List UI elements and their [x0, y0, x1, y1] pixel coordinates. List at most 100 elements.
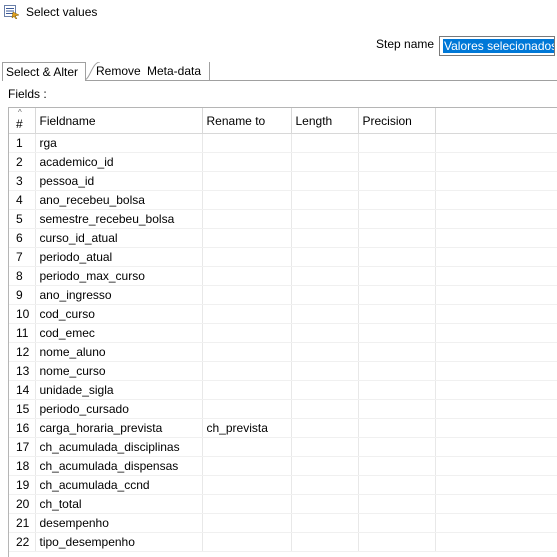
- cell-rename-to[interactable]: [202, 171, 292, 191]
- table-row[interactable]: 12 nome_aluno: [9, 342, 557, 362]
- cell-precision[interactable]: [358, 152, 436, 172]
- cell-length[interactable]: [291, 418, 359, 438]
- cell-precision[interactable]: [358, 228, 436, 248]
- cell-fieldname[interactable]: rga: [35, 133, 203, 153]
- cell-rename-to[interactable]: [202, 285, 292, 305]
- cell-rename-to[interactable]: [202, 380, 292, 400]
- cell-length[interactable]: [291, 342, 359, 362]
- cell-fieldname[interactable]: periodo_atual: [35, 247, 203, 267]
- cell-rename-to[interactable]: [202, 342, 292, 362]
- table-row[interactable]: 2 academico_id: [9, 152, 557, 172]
- cell-rename-to[interactable]: [202, 152, 292, 172]
- table-row[interactable]: 3 pessoa_id: [9, 171, 557, 191]
- cell-precision[interactable]: [358, 475, 436, 495]
- cell-length[interactable]: [291, 494, 359, 514]
- cell-precision[interactable]: [358, 285, 436, 305]
- cell-rename-to[interactable]: [202, 399, 292, 419]
- table-row[interactable]: 15 periodo_cursado: [9, 399, 557, 419]
- cell-rename-to[interactable]: [202, 247, 292, 267]
- cell-length[interactable]: [291, 209, 359, 229]
- cell-fieldname[interactable]: curso_id_atual: [35, 228, 203, 248]
- cell-length[interactable]: [291, 152, 359, 172]
- cell-rename-to[interactable]: [202, 266, 292, 286]
- cell-fieldname[interactable]: periodo_cursado: [35, 399, 203, 419]
- cell-length[interactable]: [291, 133, 359, 153]
- column-header-rename-to[interactable]: Rename to: [202, 108, 292, 134]
- cell-precision[interactable]: [358, 456, 436, 476]
- column-header-index[interactable]: ^ #: [9, 108, 36, 134]
- column-header-fieldname[interactable]: Fieldname: [35, 108, 203, 134]
- cell-length[interactable]: [291, 190, 359, 210]
- cell-fieldname[interactable]: ano_recebeu_bolsa: [35, 190, 203, 210]
- cell-precision[interactable]: [358, 399, 436, 419]
- table-row[interactable]: 14 unidade_sigla: [9, 380, 557, 400]
- cell-precision[interactable]: [358, 342, 436, 362]
- table-row[interactable]: 18 ch_acumulada_dispensas: [9, 456, 557, 476]
- cell-length[interactable]: [291, 456, 359, 476]
- cell-length[interactable]: [291, 323, 359, 343]
- cell-fieldname[interactable]: ch_total: [35, 494, 203, 514]
- cell-length[interactable]: [291, 437, 359, 457]
- cell-fieldname[interactable]: periodo_max_curso: [35, 266, 203, 286]
- cell-precision[interactable]: [358, 266, 436, 286]
- table-row[interactable]: 6 curso_id_atual: [9, 228, 557, 248]
- column-header-length[interactable]: Length: [291, 108, 359, 134]
- cell-precision[interactable]: [358, 513, 436, 533]
- cell-fieldname[interactable]: semestre_recebeu_bolsa: [35, 209, 203, 229]
- cell-length[interactable]: [291, 304, 359, 324]
- table-row[interactable]: 5 semestre_recebeu_bolsa: [9, 209, 557, 229]
- table-row[interactable]: 1 rga: [9, 133, 557, 153]
- cell-precision[interactable]: [358, 380, 436, 400]
- table-row[interactable]: 7 periodo_atual: [9, 247, 557, 267]
- table-row[interactable]: 8 periodo_max_curso: [9, 266, 557, 286]
- cell-length[interactable]: [291, 399, 359, 419]
- table-row[interactable]: 9 ano_ingresso: [9, 285, 557, 305]
- cell-fieldname[interactable]: ch_acumulada_dispensas: [35, 456, 203, 476]
- cell-rename-to[interactable]: [202, 456, 292, 476]
- cell-rename-to[interactable]: [202, 475, 292, 495]
- cell-fieldname[interactable]: nome_aluno: [35, 342, 203, 362]
- table-row[interactable]: 21 desempenho: [9, 513, 557, 533]
- cell-rename-to[interactable]: [202, 133, 292, 153]
- table-row[interactable]: 19 ch_acumulada_ccnd: [9, 475, 557, 495]
- cell-fieldname[interactable]: pessoa_id: [35, 171, 203, 191]
- cell-precision[interactable]: [358, 247, 436, 267]
- cell-length[interactable]: [291, 513, 359, 533]
- table-row[interactable]: 4 ano_recebeu_bolsa: [9, 190, 557, 210]
- cell-length[interactable]: [291, 285, 359, 305]
- cell-rename-to[interactable]: [202, 304, 292, 324]
- cell-fieldname[interactable]: ch_acumulada_ccnd: [35, 475, 203, 495]
- column-header-precision[interactable]: Precision: [358, 108, 436, 134]
- table-row[interactable]: 22 tipo_desempenho: [9, 532, 557, 552]
- table-row[interactable]: 13 nome_curso: [9, 361, 557, 381]
- cell-rename-to[interactable]: [202, 513, 292, 533]
- cell-fieldname[interactable]: cod_curso: [35, 304, 203, 324]
- cell-precision[interactable]: [358, 437, 436, 457]
- table-row[interactable]: 20 ch_total: [9, 494, 557, 514]
- cell-fieldname[interactable]: desempenho: [35, 513, 203, 533]
- table-row[interactable]: 11 cod_emec: [9, 323, 557, 343]
- cell-fieldname[interactable]: academico_id: [35, 152, 203, 172]
- table-row[interactable]: 10 cod_curso: [9, 304, 557, 324]
- tab-remove[interactable]: Remove: [84, 62, 144, 80]
- cell-length[interactable]: [291, 361, 359, 381]
- cell-rename-to[interactable]: [202, 532, 292, 552]
- cell-precision[interactable]: [358, 209, 436, 229]
- cell-precision[interactable]: [358, 361, 436, 381]
- cell-length[interactable]: [291, 266, 359, 286]
- cell-precision[interactable]: [358, 133, 436, 153]
- cell-precision[interactable]: [358, 532, 436, 552]
- cell-rename-to[interactable]: [202, 437, 292, 457]
- cell-fieldname[interactable]: nome_curso: [35, 361, 203, 381]
- cell-length[interactable]: [291, 475, 359, 495]
- tab-select-alter[interactable]: Select & Alter: [2, 62, 86, 81]
- cell-precision[interactable]: [358, 494, 436, 514]
- cell-precision[interactable]: [358, 304, 436, 324]
- cell-precision[interactable]: [358, 190, 436, 210]
- cell-rename-to[interactable]: [202, 228, 292, 248]
- cell-precision[interactable]: [358, 323, 436, 343]
- cell-rename-to[interactable]: [202, 361, 292, 381]
- cell-length[interactable]: [291, 247, 359, 267]
- cell-rename-to[interactable]: ch_prevista: [202, 418, 292, 438]
- cell-rename-to[interactable]: [202, 190, 292, 210]
